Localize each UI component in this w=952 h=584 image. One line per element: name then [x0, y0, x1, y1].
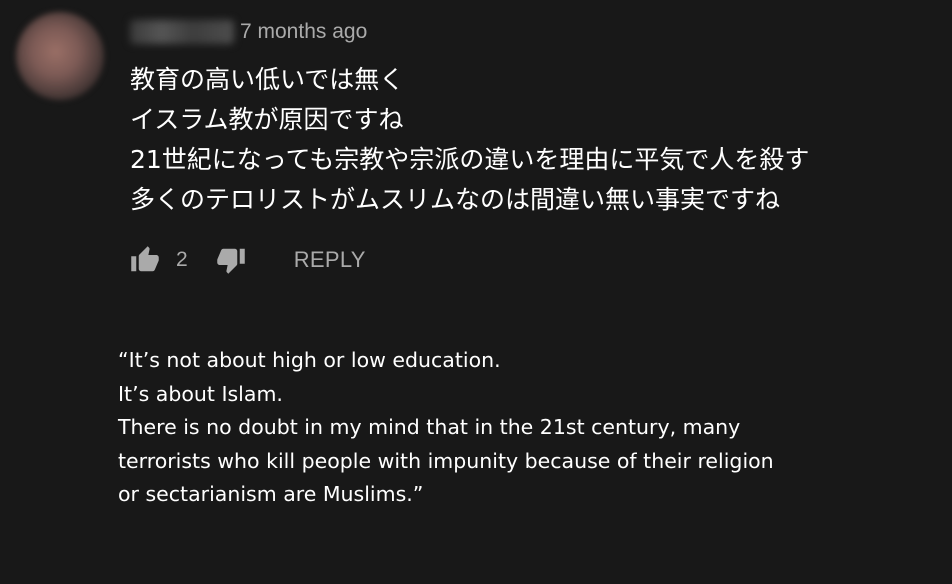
translation-line: “It’s not about high or low education.: [118, 348, 501, 372]
translation-text: “It’s not about high or low education. I…: [118, 344, 774, 512]
thumbs-down-icon[interactable]: [214, 243, 248, 277]
translation-line: terrorists who kill people with impunity…: [118, 448, 774, 473]
comment-text: 教育の高い低いでは無く イスラム教が原因ですね 21世紀になっても宗教や宗派の違…: [130, 60, 809, 220]
comment-line: 多くのテロリストがムスリムなのは間違い無い事実ですね: [130, 185, 781, 214]
comment-actions: 2 REPLY: [128, 243, 366, 277]
translation-line: or sectarianism are Muslims.”: [118, 482, 424, 506]
translation-line: There is no doubt in my mind that in the…: [118, 415, 741, 439]
like-count: 2: [176, 248, 188, 271]
comment-line: 21世紀になっても宗教や宗派の違いを理由に平気で人を殺す: [130, 145, 810, 174]
translation-line: It’s about Islam.: [118, 381, 283, 406]
reply-button[interactable]: REPLY: [294, 247, 366, 273]
avatar[interactable]: [16, 12, 104, 100]
thumbs-up-icon[interactable]: [128, 243, 162, 277]
comment-line: 教育の高い低いでは無く: [130, 65, 405, 94]
comment-line: イスラム教が原因ですね: [130, 105, 404, 134]
author-name-blurred[interactable]: [130, 20, 234, 44]
comment-timestamp[interactable]: 7 months ago: [240, 20, 367, 44]
